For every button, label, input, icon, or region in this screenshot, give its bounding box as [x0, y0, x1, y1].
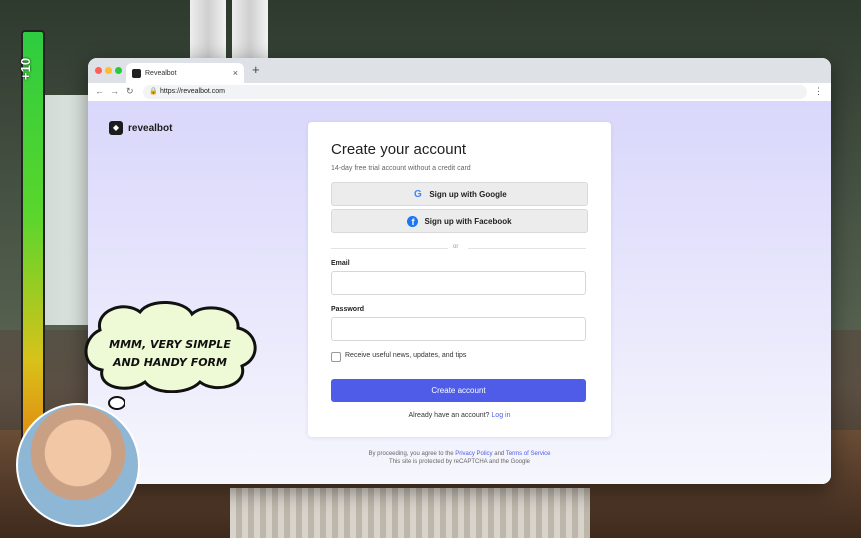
- browser-menu-icon[interactable]: ⋮: [814, 86, 823, 97]
- recaptcha-notice: This site is protected by reCAPTCHA and …: [388, 459, 531, 465]
- reload-icon[interactable]: ↻: [126, 86, 134, 97]
- close-window-button[interactable]: [95, 67, 102, 74]
- legal-prefix: By proceeding, you agree to the: [368, 451, 454, 457]
- newsletter-label: Receive useful news, updates, and tips: [345, 352, 467, 359]
- password-label: Password: [331, 306, 365, 313]
- lock-icon: 🔒: [149, 88, 158, 95]
- divider-line: [331, 248, 448, 249]
- google-icon: G: [413, 188, 422, 200]
- login-prompt: Already have an account? Log in: [308, 412, 611, 419]
- page-title: Create your account: [331, 141, 467, 158]
- address-toolbar: ← → ↻ 🔒 https://revealbot.com ⋮: [88, 83, 831, 102]
- new-tab-button[interactable]: +: [252, 62, 260, 77]
- address-bar[interactable]: 🔒 https://revealbot.com: [143, 85, 807, 99]
- page-content: ◆ revealbot Create your account 14-day f…: [88, 101, 831, 484]
- terms-link[interactable]: Terms of Service: [506, 451, 551, 457]
- google-signup-label: Sign up with Google: [429, 189, 507, 199]
- google-signup-button[interactable]: G Sign up with Google: [331, 182, 588, 206]
- maximize-window-button[interactable]: [115, 67, 122, 74]
- legal-and: and: [494, 451, 505, 457]
- facebook-signup-label: Sign up with Facebook: [424, 216, 512, 226]
- curtain: [190, 0, 226, 60]
- browser-tab[interactable]: Revealbot ×: [126, 63, 244, 83]
- back-arrow-icon[interactable]: ←: [95, 86, 104, 96]
- login-prompt-text: Already have an account?: [408, 412, 490, 419]
- browser-window: Revealbot × + ← → ↻ 🔒 https://revealbot.…: [88, 58, 831, 484]
- url-text: https://revealbot.com: [160, 88, 225, 95]
- tab-title: Revealbot: [145, 70, 177, 77]
- divider-text: or: [453, 244, 459, 250]
- score-label: +10: [18, 57, 33, 80]
- legal-notice: By proceeding, you agree to the Privacy …: [88, 451, 831, 457]
- minimize-window-button[interactable]: [105, 67, 112, 74]
- logo[interactable]: ◆ revealbot: [109, 121, 172, 135]
- password-field[interactable]: [331, 317, 586, 341]
- email-label: Email: [331, 260, 350, 267]
- logo-text: revealbot: [128, 122, 173, 134]
- close-tab-icon[interactable]: ×: [233, 68, 238, 78]
- revealbot-favicon-icon: [132, 69, 141, 78]
- facebook-icon: f: [407, 215, 419, 227]
- facebook-signup-button[interactable]: f Sign up with Facebook: [331, 209, 588, 233]
- speech-text: MMM, VERY SIMPLE AND HANDY FORM: [95, 336, 245, 372]
- curtain: [232, 0, 268, 60]
- tab-bar: Revealbot × +: [88, 58, 831, 83]
- signup-card: Create your account 14-day free trial ac…: [308, 122, 611, 437]
- speech-line-1: MMM, VERY SIMPLE: [109, 338, 231, 351]
- newsletter-checkbox[interactable]: [331, 352, 341, 362]
- create-account-label: Create account: [431, 386, 486, 395]
- forward-arrow-icon[interactable]: →: [110, 86, 119, 96]
- revealbot-logo-icon: ◆: [109, 121, 123, 135]
- rug: [230, 488, 590, 538]
- email-field[interactable]: [331, 271, 586, 295]
- divider-line: [468, 248, 586, 249]
- speech-line-2: AND HANDY FORM: [113, 356, 227, 369]
- create-account-button[interactable]: Create account: [331, 379, 586, 402]
- score-meter: [21, 30, 45, 444]
- reaction-avatar: [16, 403, 140, 527]
- login-link[interactable]: Log in: [491, 412, 510, 419]
- page-subtitle: 14-day free trial account without a cred…: [331, 165, 471, 172]
- privacy-link[interactable]: Privacy Policy: [455, 451, 492, 457]
